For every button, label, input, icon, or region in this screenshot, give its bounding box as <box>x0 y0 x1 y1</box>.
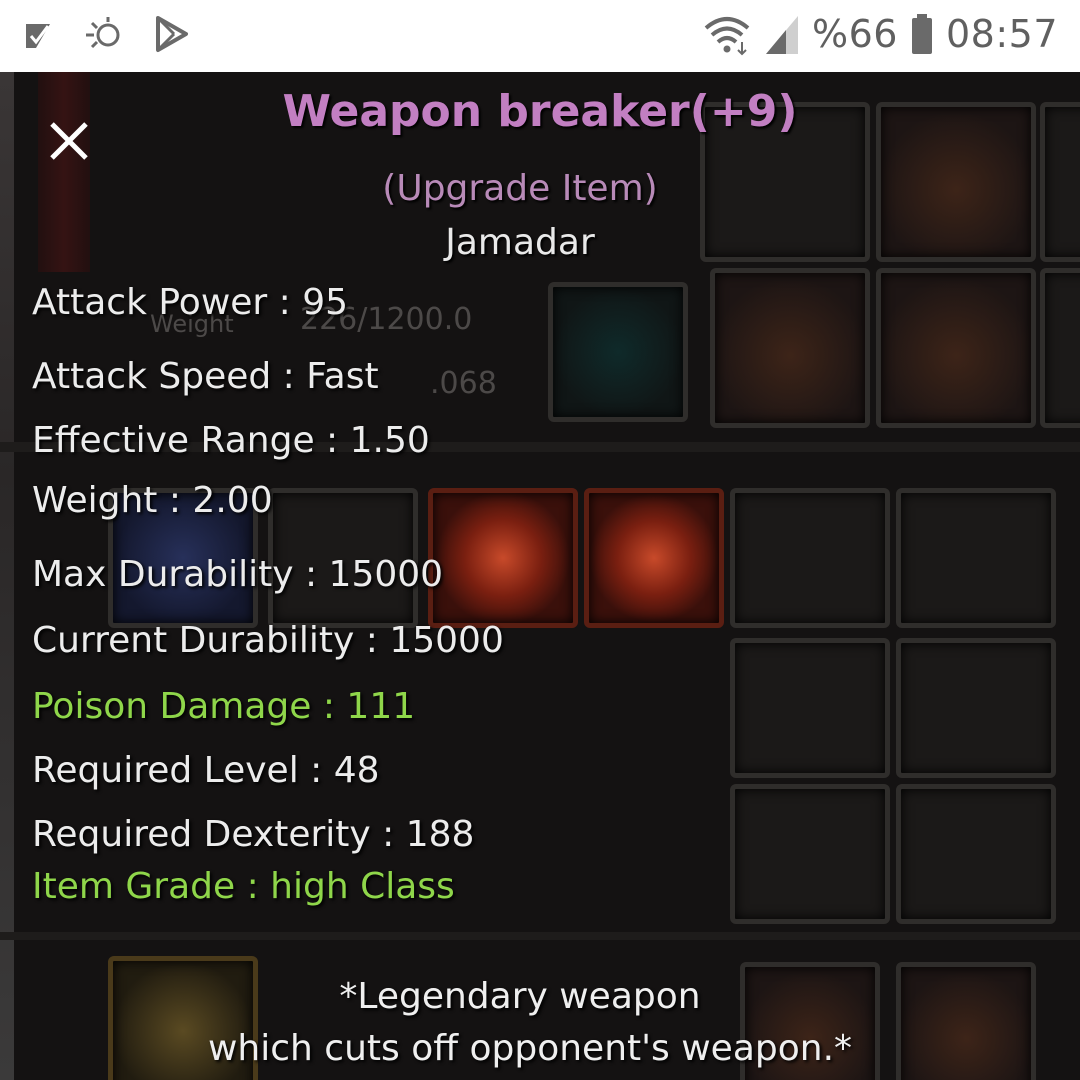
item-description-line-2: which cuts off opponent's weapon.* <box>207 1028 853 1069</box>
stat-poison-damage: Poison Damage : 111 <box>32 686 416 727</box>
inventory-slot[interactable] <box>428 488 578 628</box>
inventory-slot[interactable] <box>548 282 688 422</box>
battery-icon <box>910 12 934 56</box>
status-bar-system: %66 08:57 <box>702 12 1058 56</box>
stat-item-grade: Item Grade : high Class <box>32 866 455 907</box>
battery-percentage: %66 <box>812 12 898 56</box>
background-value-readout: .068 <box>430 366 497 401</box>
inventory-slot[interactable] <box>1040 268 1080 428</box>
inventory-slot[interactable] <box>730 488 890 628</box>
inventory-slot[interactable] <box>876 268 1036 428</box>
play-store-icon <box>154 14 190 54</box>
stat-attack-speed: Attack Speed : Fast <box>32 356 379 397</box>
stat-max-durability: Max Durability : 15000 <box>32 554 444 595</box>
stat-current-durability: Current Durability : 15000 <box>32 620 504 661</box>
inventory-slot[interactable] <box>896 638 1056 778</box>
item-title: Weapon breaker(+9) <box>282 86 798 137</box>
item-description-line-1: *Legendary weapon <box>339 976 701 1017</box>
inventory-slot[interactable] <box>584 488 724 628</box>
status-bar-notifications <box>22 14 190 54</box>
signal-icon <box>764 12 800 56</box>
inventory-slot[interactable] <box>730 638 890 778</box>
stat-weight: Weight : 2.00 <box>32 480 273 521</box>
status-bar: %66 08:57 <box>0 0 1080 72</box>
inventory-slot[interactable] <box>896 784 1056 924</box>
sync-icon <box>82 14 126 54</box>
wifi-icon <box>702 12 752 56</box>
stat-effective-range: Effective Range : 1.50 <box>32 420 430 461</box>
inventory-divider <box>0 932 1080 940</box>
inventory-slot[interactable] <box>730 784 890 924</box>
clock: 08:57 <box>945 12 1058 56</box>
item-subtitle: (Upgrade Item) <box>382 168 658 209</box>
check-mark-icon <box>22 14 54 54</box>
inventory-slot[interactable] <box>896 488 1056 628</box>
item-type: Jamadar <box>445 222 595 263</box>
stat-required-dexterity: Required Dexterity : 188 <box>32 814 475 855</box>
stat-attack-power: Attack Power : 95 <box>32 282 349 323</box>
inventory-slot[interactable] <box>710 268 870 428</box>
stat-required-level: Required Level : 48 <box>32 750 380 791</box>
